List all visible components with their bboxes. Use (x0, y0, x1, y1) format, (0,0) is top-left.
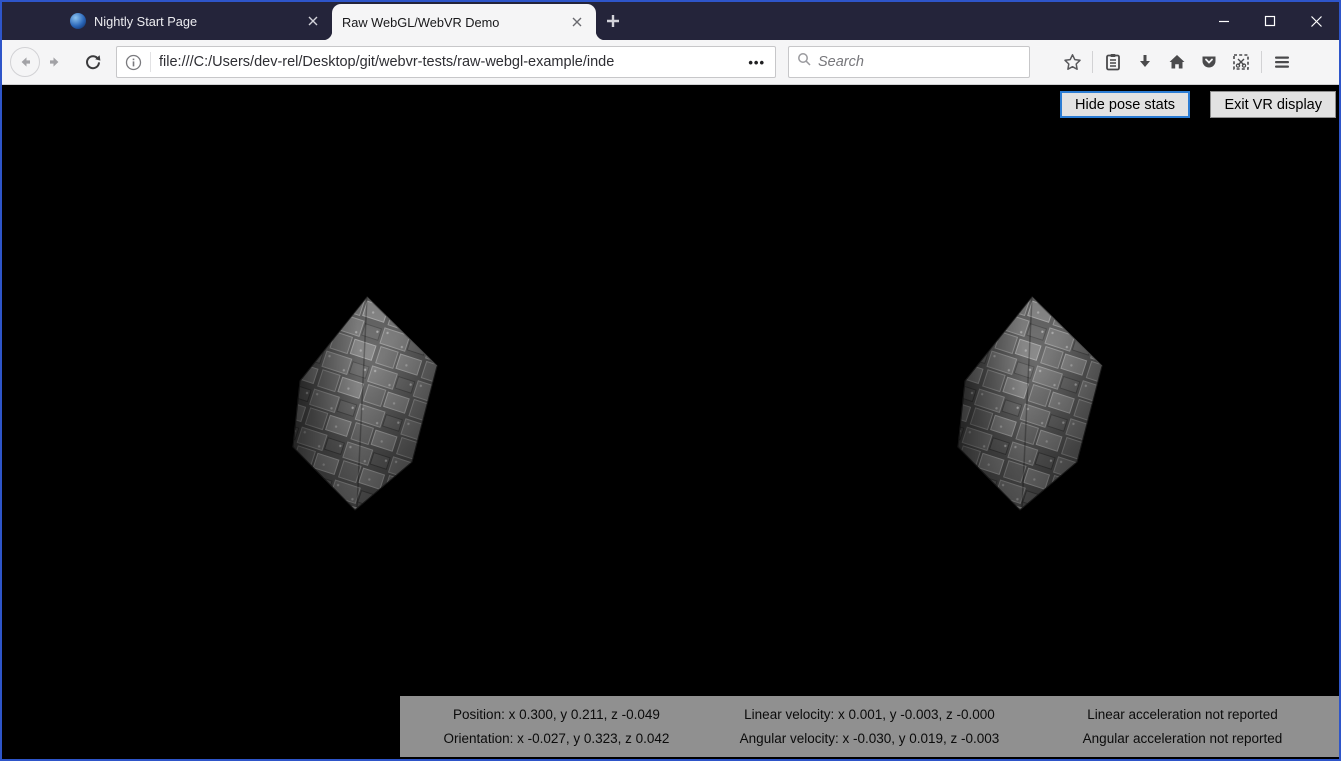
forward-button[interactable] (40, 47, 70, 77)
toolbar-icons (1056, 47, 1298, 77)
window-controls (1201, 2, 1339, 40)
pose-stats-column-position: Position: x 0.300, y 0.211, z -0.049 Ori… (400, 696, 713, 757)
browser-window: Nightly Start Page Raw WebGL/WebVR Demo (0, 0, 1341, 761)
tab-nightly-start-page[interactable]: Nightly Start Page (60, 2, 332, 40)
exit-vr-display-button[interactable]: Exit VR display (1210, 91, 1336, 118)
angular-velocity-stat: Angular velocity: x -0.030, y 0.019, z -… (740, 731, 1000, 746)
tab-close-icon[interactable] (568, 13, 586, 31)
hide-pose-stats-button[interactable]: Hide pose stats (1060, 91, 1190, 118)
globe-favicon-icon (70, 13, 86, 29)
tab-title: Nightly Start Page (94, 14, 296, 29)
search-input[interactable] (818, 54, 1021, 70)
url-text[interactable]: file:///C:/Users/dev-rel/Desktop/git/web… (159, 54, 740, 70)
angular-acceleration-stat: Angular acceleration not reported (1083, 731, 1283, 746)
linear-acceleration-stat: Linear acceleration not reported (1087, 707, 1278, 722)
bookmarks-menu-icon[interactable] (1097, 47, 1129, 77)
webgl-stereo-canvas[interactable] (2, 85, 1339, 759)
url-fade-overlay (694, 54, 740, 70)
close-button[interactable] (1293, 2, 1339, 40)
position-stat: Position: x 0.300, y 0.211, z -0.049 (453, 707, 660, 722)
downloads-icon[interactable] (1129, 47, 1161, 77)
tab-title: Raw WebGL/WebVR Demo (342, 15, 560, 30)
orientation-stat: Orientation: x -0.027, y 0.323, z 0.042 (444, 731, 670, 746)
home-icon[interactable] (1161, 47, 1193, 77)
linear-velocity-stat: Linear velocity: x 0.001, y -0.003, z -0… (744, 707, 995, 722)
pose-stats-bar: Position: x 0.300, y 0.211, z -0.049 Ori… (400, 696, 1339, 757)
site-identity-info-icon[interactable] (125, 54, 150, 71)
toolbar-separator (1261, 51, 1262, 73)
bookmark-star-icon[interactable] (1056, 47, 1088, 77)
right-eye-cube (958, 297, 1102, 510)
toolbar-separator (1092, 51, 1093, 73)
minimize-button[interactable] (1201, 2, 1247, 40)
tab-raw-webgl-webvr-demo[interactable]: Raw WebGL/WebVR Demo (332, 4, 596, 40)
screenshots-icon[interactable] (1225, 47, 1257, 77)
titlebar-drag-space (2, 2, 60, 40)
search-icon (797, 52, 812, 72)
titlebar[interactable]: Nightly Start Page Raw WebGL/WebVR Demo (2, 2, 1339, 40)
tab-close-icon[interactable] (304, 12, 322, 30)
urlbar-separator (150, 52, 151, 72)
maximize-button[interactable] (1247, 2, 1293, 40)
page-actions-menu-icon[interactable]: ••• (740, 55, 767, 70)
pose-stats-column-acceleration: Linear acceleration not reported Angular… (1026, 696, 1339, 757)
navigation-toolbar: file:///C:/Users/dev-rel/Desktop/git/web… (2, 40, 1339, 85)
url-bar[interactable]: file:///C:/Users/dev-rel/Desktop/git/web… (116, 46, 776, 78)
pocket-icon[interactable] (1193, 47, 1225, 77)
pose-stats-column-velocity: Linear velocity: x 0.001, y -0.003, z -0… (713, 696, 1026, 757)
menu-hamburger-icon[interactable] (1266, 47, 1298, 77)
page-content: Hide pose stats Exit VR display Position… (2, 85, 1339, 759)
reload-button[interactable] (78, 47, 108, 77)
back-button[interactable] (10, 47, 40, 77)
left-eye-cube (293, 297, 437, 510)
search-bar[interactable] (788, 46, 1030, 78)
